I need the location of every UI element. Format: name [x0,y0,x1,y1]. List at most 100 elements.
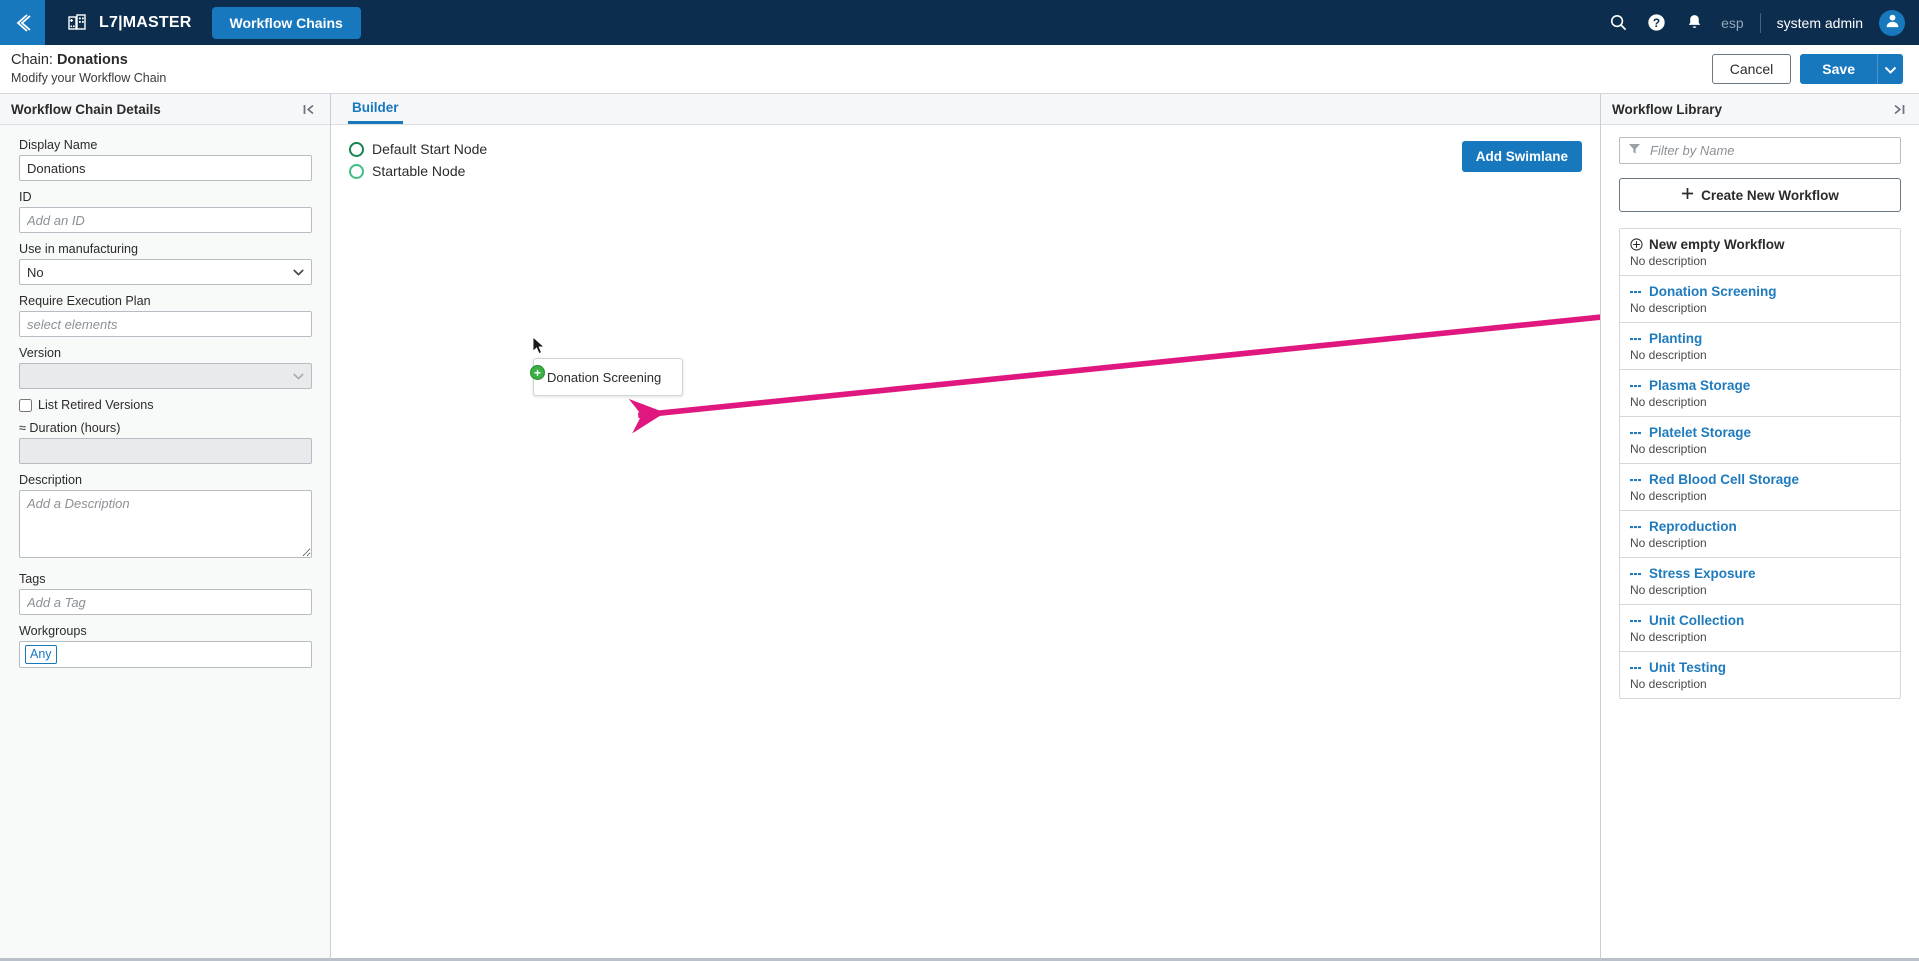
caret-down-icon [1884,62,1897,77]
library-item-name: Plasma Storage [1649,378,1751,393]
library-item-name: Reproduction [1649,519,1737,534]
library-item-name: Donation Screening [1649,284,1777,299]
library-item-description: No description [1630,348,1707,362]
list-item[interactable]: Plasma Storage No description [1620,370,1900,417]
top-nav-right-group: ? esp system admin [1607,9,1919,36]
workgroups-label: Workgroups [19,624,87,638]
list-item[interactable]: Unit Testing No description [1620,652,1900,698]
description-textarea[interactable] [19,490,312,558]
library-item-description: No description [1630,677,1707,691]
left-panel-body: Display Name ID Use in manufacturing No … [0,125,330,958]
require-execution-plan-label: Require Execution Plan [19,294,151,308]
builder-tabbar: Builder [331,94,1600,125]
page-title-group: Chain: Donations Modify your Workflow Ch… [11,52,166,86]
library-item-title[interactable]: Unit Collection [1630,613,1890,628]
filter-by-name-input[interactable] [1619,137,1901,164]
page-header-actions: Cancel Save [1711,54,1903,84]
cancel-button[interactable]: Cancel [1711,54,1792,84]
left-panel-title: Workflow Chain Details [11,101,161,117]
require-execution-plan-input[interactable] [19,311,312,337]
id-label: ID [19,190,32,204]
use-in-manufacturing-select[interactable]: No [19,259,312,285]
svg-text:?: ? [1652,16,1659,30]
list-retired-versions-checkbox[interactable] [19,398,32,412]
search-icon[interactable] [1607,12,1629,34]
legend-label: Startable Node [372,163,466,179]
builder-canvas[interactable]: Default Start Node Startable Node Add Sw… [331,125,1600,958]
save-button[interactable]: Save [1800,54,1877,84]
legend-item-default-start-node: Default Start Node [349,141,487,157]
library-item-description: No description [1630,536,1707,550]
library-item-title[interactable]: Plasma Storage [1630,378,1890,393]
list-item[interactable]: Reproduction No description [1620,511,1900,558]
brand: L7|MASTER [65,11,192,35]
app-grid-icon [65,11,89,35]
library-item-title[interactable]: Planting [1630,331,1890,346]
dragged-workflow-node[interactable]: + Donation Screening [530,358,683,396]
workflow-dots-icon [1630,663,1643,673]
bell-icon[interactable] [1683,12,1705,34]
tags-label: Tags [19,572,46,586]
user-name-label[interactable]: system admin [1777,15,1863,31]
list-item[interactable]: Platelet Storage No description [1620,417,1900,464]
collapse-right-icon[interactable] [1891,102,1906,117]
create-new-workflow-label: Create New Workflow [1701,187,1839,203]
help-circle-icon[interactable]: ? [1645,12,1667,34]
workspace: Workflow Chain Details Display Name ID U… [0,94,1919,961]
workflow-dots-icon [1630,428,1643,438]
dragged-node-label: Donation Screening [547,369,662,385]
library-item-title[interactable]: Reproduction [1630,519,1890,534]
id-input[interactable] [19,207,312,233]
save-dropdown-button[interactable] [1877,54,1903,84]
plus-circle-icon [1630,238,1643,251]
language-selector[interactable]: esp [1721,15,1744,31]
list-item[interactable]: Donation Screening No description [1620,276,1900,323]
create-new-workflow-button[interactable]: Create New Workflow [1619,178,1901,212]
library-item-title[interactable]: Donation Screening [1630,284,1890,299]
library-item-description: No description [1630,442,1707,456]
collapse-left-icon[interactable] [302,102,317,117]
right-panel-title: Workflow Library [1612,101,1723,117]
list-retired-versions-label[interactable]: List Retired Versions [38,398,154,412]
library-item-title[interactable]: Unit Testing [1630,660,1890,675]
library-item-description: No description [1630,630,1707,644]
list-item[interactable]: Planting No description [1620,323,1900,370]
plus-icon [1681,187,1694,203]
workgroup-chip-any[interactable]: Any [25,645,57,664]
workgroups-field[interactable]: Any [19,641,312,668]
description-label: Description [19,473,82,487]
startable-node-icon [349,163,364,179]
back-button[interactable] [0,0,45,45]
display-name-input[interactable] [19,155,312,181]
version-select-wrap [19,363,312,389]
save-button-group: Save [1800,54,1903,84]
list-item[interactable]: New empty Workflow No description [1620,229,1900,276]
library-item-title[interactable]: Red Blood Cell Storage [1630,472,1890,487]
version-label: Version [19,346,62,360]
right-panel-header: Workflow Library [1601,94,1919,125]
page-title: Chain: Donations [11,52,166,69]
avatar[interactable] [1879,9,1905,36]
library-item-title[interactable]: Platelet Storage [1630,425,1890,440]
tab-builder[interactable]: Builder [348,94,403,124]
library-item-description: No description [1630,489,1707,503]
library-item-description: No description [1630,301,1707,315]
duration-input[interactable] [19,438,312,464]
node-legend: Default Start Node Startable Node [349,141,487,179]
workflow-dots-icon [1630,569,1643,579]
version-select[interactable] [19,363,312,389]
page-subtitle: Modify your Workflow Chain [11,71,167,85]
chevron-left-back-icon [11,11,35,35]
page-title-prefix: Chain: [11,52,57,68]
nav-tab-workflow-chains[interactable]: Workflow Chains [211,6,361,39]
library-item-title[interactable]: Stress Exposure [1630,566,1890,581]
plus-badge-icon: + [530,365,545,380]
builder-panel: Builder Default Start Node Startable Nod… [331,94,1600,961]
list-item[interactable]: Stress Exposure No description [1620,558,1900,605]
tags-input[interactable] [19,589,312,615]
library-item-title[interactable]: New empty Workflow [1630,237,1890,252]
list-item[interactable]: Red Blood Cell Storage No description [1620,464,1900,511]
add-swimlane-button[interactable]: Add Swimlane [1461,141,1582,172]
list-retired-versions-row: List Retired Versions [19,398,311,412]
list-item[interactable]: Unit Collection No description [1620,605,1900,652]
